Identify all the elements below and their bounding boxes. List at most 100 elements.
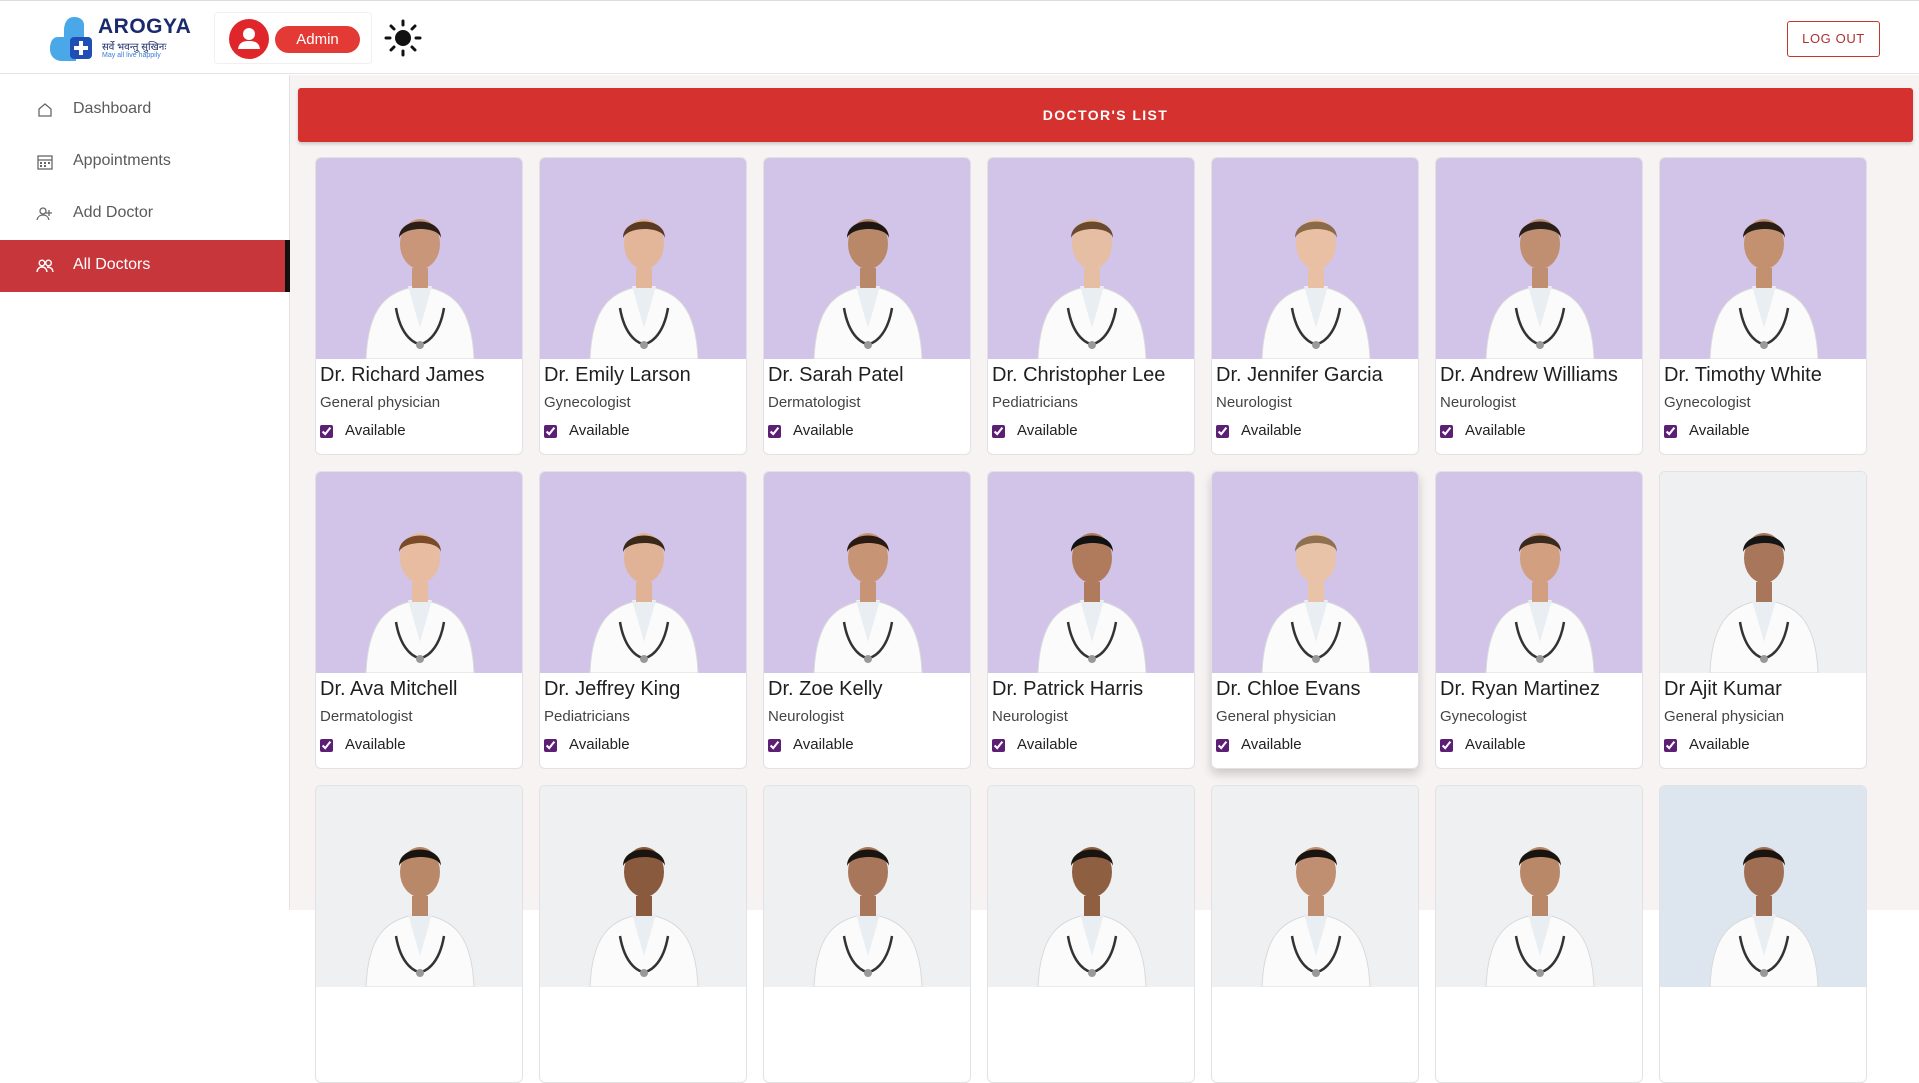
doctor-photo-illustration [1261, 219, 1371, 359]
doctor-photo [988, 786, 1194, 987]
sidebar-item-appointments[interactable]: Appointments [0, 136, 290, 188]
doctor-speciality: General physician [1216, 708, 1337, 725]
doctor-card[interactable]: Dr. Zoe Kelly Neurologist Available [763, 471, 971, 769]
doctor-photo [1212, 786, 1418, 987]
availability-checkbox[interactable] [1216, 425, 1229, 438]
doctor-name: Dr. Patrick Harris [992, 678, 1144, 700]
doctor-speciality: Gynecologist [1440, 708, 1527, 725]
availability-checkbox[interactable] [992, 425, 1005, 438]
doctor-photo-illustration [589, 533, 699, 673]
doctor-name: Dr. Sarah Patel [768, 364, 904, 386]
users-icon [36, 259, 54, 273]
doctor-name: Dr. Emily Larson [544, 364, 691, 386]
doctor-card[interactable]: Dr. Jennifer Garcia Neurologist Availabl… [1211, 157, 1419, 455]
availability-checkbox[interactable] [320, 739, 333, 752]
availability-checkbox[interactable] [1216, 739, 1229, 752]
availability-checkbox[interactable] [768, 739, 781, 752]
doctor-photo [540, 786, 746, 987]
doctor-card[interactable]: Dr. Emily Larson Gynecologist Available [539, 157, 747, 455]
doctor-card[interactable] [1211, 785, 1419, 1083]
doctor-speciality: Neurologist [992, 708, 1068, 725]
doctor-card[interactable] [315, 785, 523, 1083]
doctor-name: Dr. Zoe Kelly [768, 678, 883, 700]
doctor-photo-illustration [1709, 533, 1819, 673]
doctor-card[interactable]: Dr. Richard James General physician Avai… [315, 157, 523, 455]
doctor-photo [1436, 158, 1642, 359]
availability-checkbox[interactable] [1440, 425, 1453, 438]
doctor-photo [1660, 158, 1866, 359]
availability-checkbox[interactable] [1440, 739, 1453, 752]
home-icon [38, 103, 52, 117]
doctor-speciality: Gynecologist [1664, 394, 1751, 411]
doctor-card[interactable]: Dr. Sarah Patel Dermatologist Available [763, 157, 971, 455]
doctor-card[interactable]: Dr. Jeffrey King Pediatricians Available [539, 471, 747, 769]
sidebar-item-dashboard[interactable]: Dashboard [0, 84, 290, 136]
logo-subtagline: May all live happily [102, 52, 161, 59]
page-title: DOCTOR'S LIST [298, 88, 1913, 142]
availability-checkbox[interactable] [320, 425, 333, 438]
doctor-photo-illustration [1037, 533, 1147, 673]
availability-label: Available [345, 736, 406, 753]
sidebar-item-label: All Doctors [73, 256, 151, 273]
add-user-icon [36, 207, 52, 221]
availability-label: Available [569, 422, 630, 439]
doctor-photo-illustration [813, 533, 923, 673]
doctor-card[interactable]: Dr. Chloe Evans General physician Availa… [1211, 471, 1419, 769]
availability-checkbox[interactable] [1664, 425, 1677, 438]
doctor-card[interactable] [763, 785, 971, 1083]
doctor-photo-illustration [813, 847, 923, 987]
doctor-photo [1212, 472, 1418, 673]
doctor-name: Dr. Richard James [320, 364, 485, 386]
availability-checkbox[interactable] [992, 739, 1005, 752]
doctor-card[interactable]: Dr. Christopher Lee Pediatricians Availa… [987, 157, 1195, 455]
availability-checkbox[interactable] [544, 739, 557, 752]
doctor-name: Dr. Christopher Lee [992, 364, 1166, 386]
doctor-speciality: Pediatricians [992, 394, 1078, 411]
doctor-card[interactable] [1435, 785, 1643, 1083]
doctor-photo [1436, 472, 1642, 673]
doctor-photo [316, 158, 522, 359]
doctor-speciality: Neurologist [768, 708, 844, 725]
sidebar-item-label: Appointments [73, 152, 171, 169]
calendar-icon [37, 155, 53, 170]
doctor-photo-illustration [813, 219, 923, 359]
doctor-card[interactable] [987, 785, 1195, 1083]
doctor-grid: Dr. Richard James General physician Avai… [315, 157, 1875, 1083]
arogya-logo[interactable]: AROGYA सर्वे भवन्तु सुखिनः May all live … [48, 13, 192, 65]
doctor-card[interactable]: Dr. Andrew Williams Neurologist Availabl… [1435, 157, 1643, 455]
admin-profile[interactable]: Admin [214, 12, 372, 64]
doctor-card[interactable]: Dr. Ava Mitchell Dermatologist Available [315, 471, 523, 769]
doctor-card[interactable]: Dr. Ryan Martinez Gynecologist Available [1435, 471, 1643, 769]
doctor-card[interactable]: Dr. Patrick Harris Neurologist Available [987, 471, 1195, 769]
availability-label: Available [569, 736, 630, 753]
sidebar-item-all-doctors[interactable]: All Doctors [0, 240, 290, 292]
logo-mark-icon [50, 17, 92, 61]
doctor-photo-illustration [365, 219, 475, 359]
doctor-card[interactable]: Dr Ajit Kumar General physician Availabl… [1659, 471, 1867, 769]
doctor-name: Dr. Jennifer Garcia [1216, 364, 1383, 386]
doctor-name: Dr. Ava Mitchell [320, 678, 458, 700]
theme-toggle[interactable] [384, 19, 422, 57]
doctor-card[interactable] [1659, 785, 1867, 1083]
availability-checkbox[interactable] [768, 425, 781, 438]
top-header: AROGYA सर्वे भवन्तु सुखिनः May all live … [0, 0, 1919, 74]
doctor-photo-illustration [365, 847, 475, 987]
availability-label: Available [1241, 736, 1302, 753]
sidebar-item-label: Add Doctor [73, 204, 154, 221]
doctor-name: Dr. Andrew Williams [1440, 364, 1618, 386]
doctor-card[interactable]: Dr. Timothy White Gynecologist Available [1659, 157, 1867, 455]
doctor-speciality: Dermatologist [320, 708, 413, 725]
avatar[interactable] [229, 19, 269, 59]
logo-title: AROGYA [98, 15, 192, 38]
doctor-speciality: Gynecologist [544, 394, 631, 411]
availability-checkbox[interactable] [1664, 739, 1677, 752]
sun-icon [384, 19, 422, 57]
sidebar-item-label: Dashboard [73, 100, 152, 117]
sidebar-item-add-doctor[interactable]: Add Doctor [0, 188, 290, 240]
availability-checkbox[interactable] [544, 425, 557, 438]
doctor-photo-illustration [589, 847, 699, 987]
main-content: DOCTOR'S LIST Dr. Richard James General … [290, 75, 1919, 1083]
logout-button[interactable]: LOG OUT [1787, 21, 1880, 57]
doctor-name: Dr. Timothy White [1664, 364, 1822, 386]
doctor-card[interactable] [539, 785, 747, 1083]
